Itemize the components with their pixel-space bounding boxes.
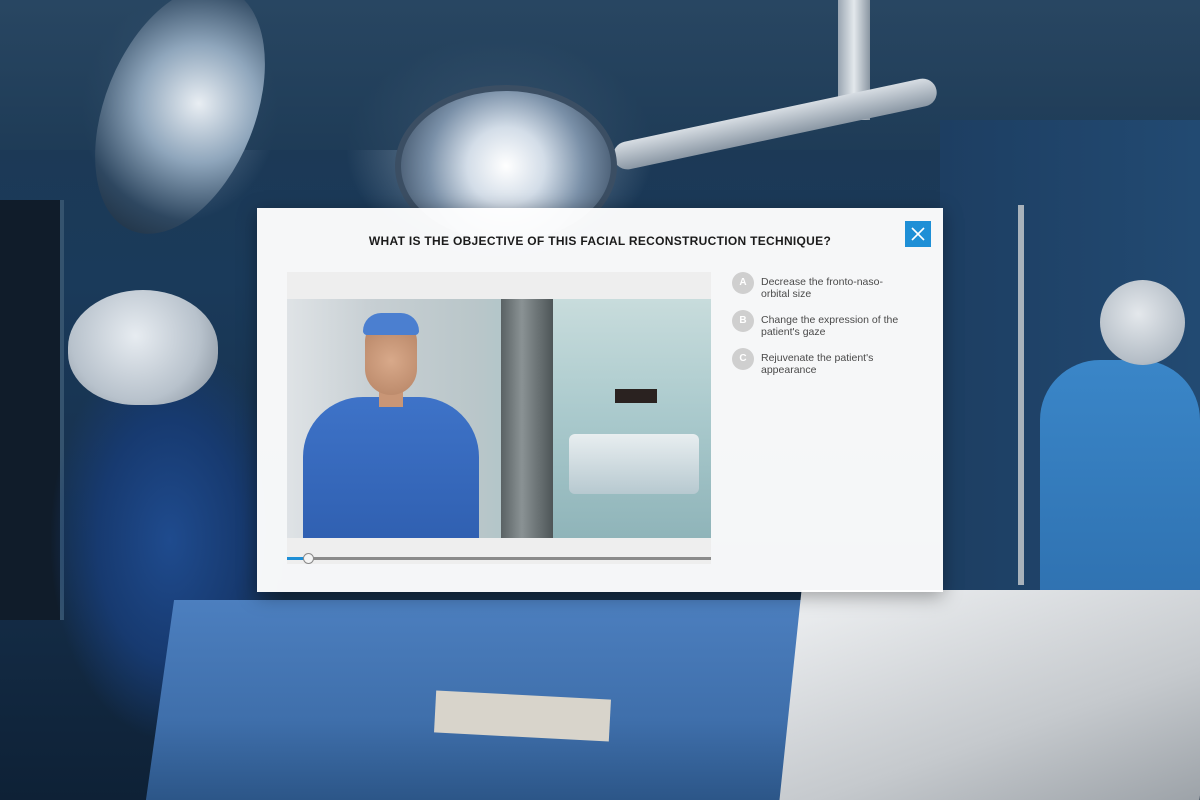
video-operating-bed <box>569 434 699 494</box>
medical-machine <box>778 590 1200 800</box>
answer-letter-badge: C <box>732 348 754 370</box>
surgical-cap-left <box>68 290 218 405</box>
modal-title: WHAT IS THE OBJECTIVE OF THIS FACIAL REC… <box>368 234 832 248</box>
video-progress-bar[interactable] <box>287 553 711 564</box>
answer-text: Change the expression of the patient's g… <box>761 314 899 338</box>
video-player[interactable] <box>287 272 711 564</box>
video-wall-sign <box>615 389 657 403</box>
answer-option-c[interactable]: C Rejuvenate the patient's appearance <box>732 348 922 376</box>
answer-letter-badge: B <box>732 310 754 332</box>
surgical-cap-right <box>1100 280 1185 365</box>
iv-pole <box>1018 205 1024 585</box>
answer-letter-badge: A <box>732 272 754 294</box>
answer-list: A Decrease the fronto-naso-orbital size … <box>732 272 922 386</box>
answer-text: Rejuvenate the patient's appearance <box>761 352 874 376</box>
video-frame[interactable] <box>287 299 711 538</box>
video-progress-handle[interactable] <box>303 553 315 564</box>
video-operating-room-window <box>552 299 711 538</box>
answer-text: Decrease the fronto-naso-orbital size <box>761 276 883 300</box>
close-icon <box>911 227 925 241</box>
video-doctor-body <box>303 397 479 538</box>
close-button[interactable] <box>905 221 931 247</box>
video-doctor-cap <box>363 313 419 335</box>
answer-option-b[interactable]: B Change the expression of the patient's… <box>732 310 922 338</box>
question-modal: WHAT IS THE OBJECTIVE OF THIS FACIAL REC… <box>257 208 943 592</box>
video-door-frame <box>501 299 553 538</box>
answer-option-a[interactable]: A Decrease the fronto-naso-orbital size <box>732 272 922 300</box>
